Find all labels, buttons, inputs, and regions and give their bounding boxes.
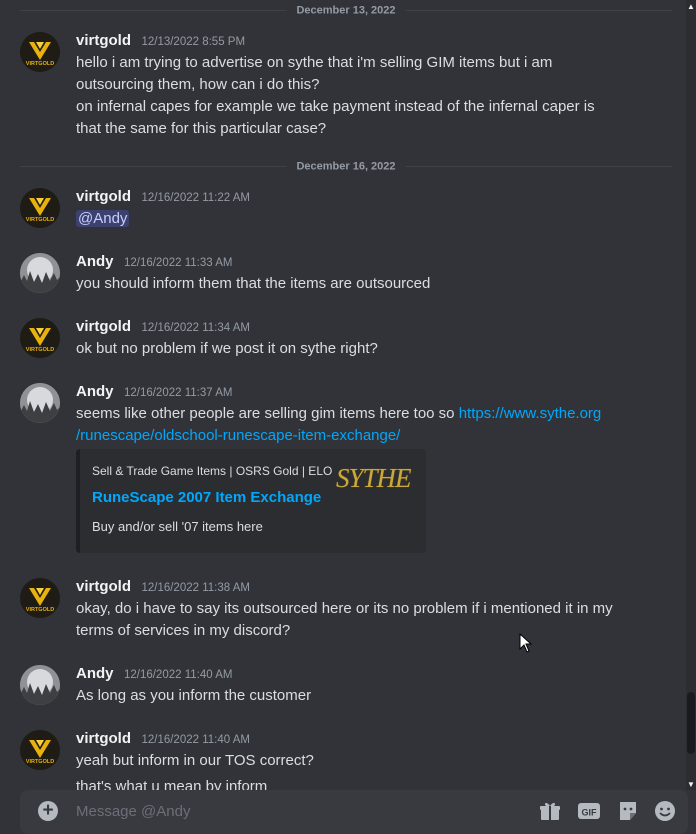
avatar[interactable] bbox=[20, 383, 60, 423]
moon-forest-icon bbox=[20, 665, 60, 705]
message-timestamp: 12/16/2022 11:40 AM bbox=[123, 669, 233, 681]
message-timestamp: 12/16/2022 11:34 AM bbox=[141, 322, 250, 334]
gif-icon[interactable]: GIF bbox=[577, 799, 601, 823]
date-divider-label: December 13, 2022 bbox=[286, 4, 406, 17]
message-line: that the same for this particular case? bbox=[76, 120, 327, 137]
message-content: hello i am trying to advertise on sythe … bbox=[76, 52, 636, 140]
message-author[interactable]: virtgold bbox=[76, 188, 131, 205]
emoji-icon[interactable] bbox=[653, 799, 677, 823]
embed-title[interactable]: RuneScape 2007 Item Exchange bbox=[92, 489, 321, 506]
message-author[interactable]: virtgold bbox=[76, 578, 131, 595]
message-line: /runescape/oldschool-runescape-item-exch… bbox=[76, 425, 636, 447]
message-input[interactable]: Message @Andy bbox=[76, 803, 190, 820]
message-content: ok but no problem if we post it on sythe… bbox=[76, 338, 636, 360]
svg-text:VIRTGOLD: VIRTGOLD bbox=[26, 61, 54, 67]
message-content: As long as you inform the customer bbox=[76, 685, 636, 707]
message-author[interactable]: Andy bbox=[76, 253, 114, 270]
mouse-cursor-icon bbox=[519, 633, 533, 653]
gift-icon[interactable] bbox=[538, 799, 562, 823]
scroll-down-arrow-icon[interactable]: ▼ bbox=[686, 780, 696, 790]
avatar[interactable]: VIRTGOLD bbox=[20, 188, 60, 228]
svg-text:VIRTGOLD: VIRTGOLD bbox=[26, 217, 54, 223]
message-timestamp: 12/13/2022 8:55 PM bbox=[141, 36, 246, 48]
message-line: yeah but inform in our TOS correct? bbox=[76, 752, 314, 769]
message-line: seems like other people are selling gim … bbox=[76, 403, 636, 425]
svg-text:VIRTGOLD: VIRTGOLD bbox=[26, 347, 54, 353]
date-divider: December 16, 2022 bbox=[20, 160, 672, 173]
message-author[interactable]: virtgold bbox=[76, 318, 131, 335]
scrollbar-thumb[interactable] bbox=[687, 692, 695, 754]
avatar[interactable]: VIRTGOLD bbox=[20, 318, 60, 358]
message-timestamp: 12/16/2022 11:37 AM bbox=[123, 387, 233, 399]
avatar[interactable] bbox=[20, 665, 60, 705]
message-timestamp: 12/16/2022 11:38 AM bbox=[141, 582, 250, 594]
message-content: @Andy bbox=[76, 208, 636, 230]
date-divider: December 13, 2022 bbox=[20, 4, 672, 17]
message-content: you should inform them that the items ar… bbox=[76, 273, 636, 295]
message-line: outsourcing them, how can i do this? bbox=[76, 76, 320, 93]
message-line: ok but no problem if we post it on sythe… bbox=[76, 340, 378, 357]
embed-thumbnail[interactable]: SYTHE bbox=[336, 463, 412, 497]
avatar[interactable]: VIRTGOLD bbox=[20, 730, 60, 770]
message-line: As long as you inform the customer bbox=[76, 687, 312, 704]
embed-provider[interactable]: Sell & Trade Game Items | OSRS Gold | EL… bbox=[92, 464, 332, 478]
message-line: terms of services in my discord? bbox=[76, 622, 291, 639]
message-timestamp: 12/16/2022 11:22 AM bbox=[141, 192, 250, 204]
message-text: seems like other people are selling gim … bbox=[76, 405, 459, 422]
svg-text:VIRTGOLD: VIRTGOLD bbox=[26, 607, 54, 613]
scrollbar[interactable]: ▲ ▼ bbox=[686, 0, 696, 790]
link-embed: Sell & Trade Game Items | OSRS Gold | EL… bbox=[76, 449, 426, 553]
scroll-up-arrow-icon[interactable]: ▲ bbox=[686, 2, 696, 12]
svg-text:GIF: GIF bbox=[582, 808, 598, 818]
avatar[interactable]: VIRTGOLD bbox=[20, 32, 60, 72]
message-content: okay, do i have to say its outsourced he… bbox=[76, 598, 636, 642]
message-timestamp: 12/16/2022 11:33 AM bbox=[123, 257, 233, 269]
avatar[interactable] bbox=[20, 253, 60, 293]
date-divider-label: December 16, 2022 bbox=[286, 160, 406, 173]
message-composer[interactable]: + Message @Andy GIF bbox=[20, 790, 688, 834]
message-line: you should inform them that the items ar… bbox=[76, 275, 431, 292]
message-line: on infernal capes for example we take pa… bbox=[76, 98, 595, 115]
message-line: hello i am trying to advertise on sythe … bbox=[76, 54, 553, 71]
virtgold-logo-icon: VIRTGOLD bbox=[20, 32, 60, 72]
virtgold-logo-icon: VIRTGOLD bbox=[20, 188, 60, 228]
message-link[interactable]: /runescape/oldschool-runescape-item-exch… bbox=[76, 427, 400, 444]
virtgold-logo-icon: VIRTGOLD bbox=[20, 318, 60, 358]
virtgold-logo-icon: VIRTGOLD bbox=[20, 578, 60, 618]
embed-description: Buy and/or sell '07 items here bbox=[92, 519, 263, 534]
message-author[interactable]: Andy bbox=[76, 383, 114, 400]
message-list[interactable]: December 13, 2022 VIRTGOLD virtgold 12/1… bbox=[0, 0, 686, 790]
message-link[interactable]: https://www.sythe.org bbox=[459, 405, 602, 422]
sticker-icon[interactable] bbox=[616, 799, 640, 823]
message-author[interactable]: virtgold bbox=[76, 730, 131, 747]
message-timestamp: 12/16/2022 11:40 AM bbox=[141, 734, 250, 746]
user-mention[interactable]: @Andy bbox=[76, 210, 130, 227]
message-content: seems like other people are selling gim … bbox=[76, 403, 636, 447]
message-author[interactable]: virtgold bbox=[76, 32, 131, 49]
plus-icon[interactable]: + bbox=[38, 801, 58, 821]
message-line: okay, do i have to say its outsourced he… bbox=[76, 600, 613, 617]
moon-forest-icon bbox=[20, 383, 60, 423]
virtgold-logo-icon: VIRTGOLD bbox=[20, 730, 60, 770]
svg-text:VIRTGOLD: VIRTGOLD bbox=[26, 759, 54, 765]
avatar[interactable]: VIRTGOLD bbox=[20, 578, 60, 618]
message-author[interactable]: Andy bbox=[76, 665, 114, 682]
message-content: yeah but inform in our TOS correct? that… bbox=[76, 750, 636, 790]
moon-forest-icon bbox=[20, 253, 60, 293]
message-line: that's what u mean by inform bbox=[76, 778, 268, 790]
